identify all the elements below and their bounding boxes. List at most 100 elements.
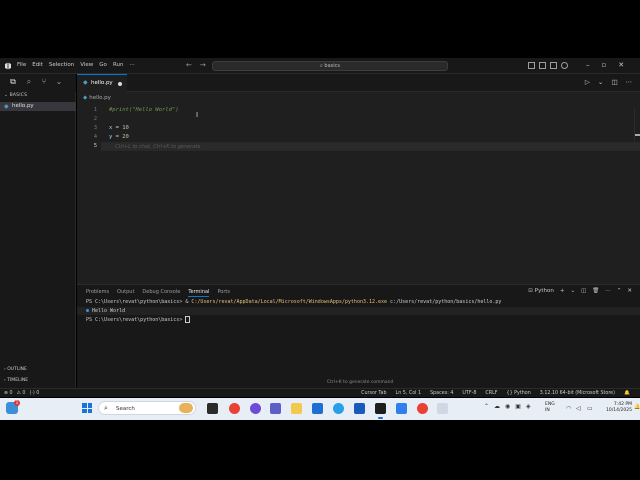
settings-gear-icon[interactable] [561, 62, 568, 69]
menu-edit[interactable]: Edit [32, 62, 43, 68]
code-operator: = [112, 134, 123, 140]
line-number: 3 [93, 125, 97, 131]
explorer-section-basics[interactable]: ⌄ BASICS [4, 93, 27, 98]
tab-problems[interactable]: Problems [86, 289, 109, 297]
code-number: 10 [122, 125, 129, 131]
more-actions-icon[interactable]: ⋯ [626, 78, 633, 86]
weather-widget-icon[interactable]: 1 [6, 400, 20, 414]
camera-icon[interactable]: ▣ [515, 403, 521, 410]
nav-arrows: ← → [186, 61, 206, 69]
app-icon[interactable] [396, 403, 407, 414]
explorer-file-hello-py[interactable]: ◆ hello.py [0, 102, 76, 111]
explorer-files-icon[interactable]: ⧉ [8, 77, 18, 87]
maximize-panel-icon[interactable]: ⌃ [617, 288, 622, 294]
command-decoration-icon[interactable] [86, 309, 89, 312]
close-icon[interactable]: ✕ [618, 61, 624, 69]
breadcrumb[interactable]: ◆ hello.py [83, 95, 111, 101]
menu-view[interactable]: View [80, 62, 93, 68]
outline-section[interactable]: › OUTLINE [4, 367, 27, 372]
cursor-editor-icon[interactable] [375, 403, 386, 419]
toggle-sidebar-icon[interactable] [528, 62, 535, 69]
code-line-4: y = 20 [109, 134, 129, 140]
status-indentation[interactable]: Spaces: 4 [430, 391, 453, 396]
python-tray-icon[interactable]: ◉ [505, 403, 510, 410]
teams-icon[interactable] [270, 403, 281, 414]
restore-icon[interactable]: ▫ [602, 61, 607, 69]
forward-arrow-icon[interactable]: → [200, 61, 206, 69]
status-cursor-position[interactable]: Ln 5, Col 1 [396, 391, 422, 396]
app-logo-icon [5, 62, 11, 70]
status-language-mode[interactable]: {} Python [507, 391, 531, 396]
editor-actions: ▷ ⌄ ◫ ⋯ [585, 78, 632, 86]
menu-file[interactable]: File [17, 62, 26, 68]
status-cursor-tab[interactable]: Cursor Tab [361, 391, 386, 396]
search-highlight-icon [179, 403, 193, 413]
store-icon[interactable] [312, 403, 323, 414]
terminal-cursor [185, 316, 191, 323]
menu-selection[interactable]: Selection [49, 62, 74, 68]
chrome-icon[interactable] [229, 403, 240, 414]
run-python-file-icon[interactable]: ▷ [585, 78, 590, 86]
wifi-icon[interactable]: ◠ [566, 405, 573, 412]
status-errors[interactable]: ⊗ 0 [4, 391, 13, 396]
volume-icon[interactable]: ◁ [576, 405, 583, 412]
menu-go[interactable]: Go [99, 62, 107, 68]
battery-icon[interactable]: ▭ [587, 405, 595, 412]
task-view-icon[interactable] [207, 403, 218, 414]
file-explorer-icon[interactable] [291, 403, 302, 414]
back-arrow-icon[interactable]: ← [186, 61, 192, 69]
tab-terminal[interactable]: Terminal [188, 289, 210, 297]
tab-ports[interactable]: Ports [217, 289, 230, 297]
command-center[interactable]: ⌕ basics [212, 61, 448, 71]
menu-more[interactable]: ··· [129, 62, 134, 68]
toggle-panel-icon[interactable] [539, 62, 546, 69]
panel-tabs: Problems Output Debug Console Terminal P… [86, 289, 230, 297]
minimize-icon[interactable]: – [586, 61, 590, 69]
notifications-bell-icon[interactable]: 🔔 [624, 391, 630, 396]
chrome-profile-icon[interactable] [417, 403, 428, 414]
status-line-ending[interactable]: CRLF [485, 391, 497, 396]
split-terminal-icon[interactable]: ◫ [581, 288, 586, 294]
chevron-down-icon[interactable]: ⌄ [570, 288, 575, 294]
status-encoding[interactable]: UTF-8 [462, 391, 476, 396]
chevron-down-icon[interactable]: ⌄ [54, 77, 64, 87]
new-terminal-icon[interactable]: + [560, 288, 565, 294]
source-control-icon[interactable]: ⑂ [39, 77, 49, 87]
snipping-tool-icon[interactable] [437, 403, 448, 414]
onedrive-icon[interactable]: ☁ [494, 403, 500, 410]
security-icon[interactable]: ◈ [526, 403, 531, 410]
chevron-down-icon[interactable]: ⌄ [598, 78, 603, 86]
toggle-secondary-sidebar-icon[interactable] [550, 62, 557, 69]
code-editor[interactable]: ◆ hello.py 1 2 3 4 5 #print("Hello World"… [77, 92, 640, 284]
panel-actions: ⊡ Python + ⌄ ◫ 🗑 ⋯ ⌃ ✕ [528, 288, 632, 294]
edge-icon[interactable] [333, 403, 344, 414]
taskbar-search[interactable]: ⌕ Search [98, 401, 196, 415]
split-editor-icon[interactable]: ◫ [611, 78, 617, 86]
input-language[interactable]: ENG IN [545, 402, 555, 414]
menu-run[interactable]: Run [113, 62, 124, 68]
taskbar-clock[interactable]: 7:42 PM 10/14/2025 [602, 402, 632, 414]
code-line-3: x = 10 [109, 125, 129, 131]
terminal-prompt-line[interactable]: PS C:\Users\revat\python\basics> [86, 316, 191, 323]
timeline-section[interactable]: › TIMELINE [4, 378, 28, 383]
close-panel-icon[interactable]: ✕ [627, 288, 632, 294]
line-number: 1 [93, 107, 97, 113]
status-ports[interactable]: (·) 0 [30, 391, 40, 396]
notification-bell-icon[interactable]: 🔔 [634, 404, 640, 410]
terminal-selector[interactable]: ⊡ Python [528, 288, 554, 294]
copilot-icon[interactable] [250, 403, 261, 414]
start-button-icon[interactable] [82, 403, 92, 413]
tab-debug-console[interactable]: Debug Console [142, 289, 180, 297]
chevron-up-icon[interactable]: ⌃ [484, 403, 489, 410]
status-warnings[interactable]: ⚠ 0 [17, 391, 26, 396]
region-code: IN [545, 408, 550, 413]
search-icon[interactable]: ⌕ [24, 77, 34, 87]
unsaved-dot-icon[interactable] [118, 82, 122, 86]
editor-scrollbar[interactable] [634, 108, 640, 148]
tab-output[interactable]: Output [117, 289, 134, 297]
trash-icon[interactable]: 🗑 [592, 288, 599, 294]
status-python-interpreter[interactable]: 3.12.10 64-bit (Microsoft Store) [540, 391, 615, 396]
more-actions-icon[interactable]: ⋯ [605, 288, 611, 294]
tab-hello-py[interactable]: ◆ hello.py [77, 74, 127, 92]
word-icon[interactable] [354, 403, 365, 414]
